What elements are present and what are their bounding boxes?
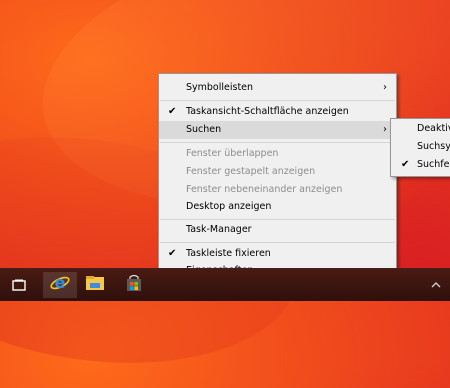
- menu-item-label: Symbolleisten: [186, 82, 254, 93]
- chevron-right-icon: ›: [383, 124, 387, 135]
- menu-item-fenster-ueberlappen[interactable]: Fenster überlappen: [159, 145, 396, 163]
- store-icon: [125, 274, 143, 296]
- notification-area[interactable]: [426, 275, 450, 295]
- menu-item-label: Fenster nebeneinander anzeigen: [186, 184, 343, 195]
- menu-separator: [160, 242, 395, 243]
- task-view-icon: [12, 276, 26, 295]
- menu-item-taskleiste-fixieren[interactable]: ✔ Taskleiste fixieren: [159, 245, 396, 263]
- checkmark-icon: ✔: [401, 159, 410, 170]
- submenu-item-suchsymbol[interactable]: Suchsym: [391, 138, 450, 156]
- taskbar[interactable]: e: [0, 268, 450, 301]
- menu-item-label: Task-Manager: [186, 224, 252, 235]
- menu-separator: [160, 142, 395, 143]
- menu-item-label: Fenster gestapelt anzeigen: [186, 166, 316, 177]
- store-button[interactable]: [117, 272, 151, 298]
- menu-item-label: Desktop anzeigen: [186, 201, 272, 212]
- menu-item-label: Taskansicht-Schaltfläche anzeigen: [186, 106, 349, 117]
- menu-item-task-manager[interactable]: Task-Manager: [159, 221, 396, 239]
- menu-item-label: Taskleiste fixieren: [186, 248, 271, 259]
- menu-item-label: Deaktivi: [417, 123, 450, 134]
- taskbar-context-menu: Symbolleisten › ✔ Taskansicht-Schaltfläc…: [158, 73, 397, 286]
- menu-separator: [160, 219, 395, 220]
- menu-item-label: Suchfeld: [417, 159, 450, 170]
- internet-explorer-icon: e: [50, 273, 70, 297]
- file-explorer-button[interactable]: [78, 272, 112, 298]
- checkmark-icon: ✔: [168, 106, 177, 117]
- menu-item-fenster-gestapelt[interactable]: Fenster gestapelt anzeigen: [159, 163, 396, 181]
- checkmark-icon: ✔: [168, 248, 177, 259]
- chevron-up-icon: [426, 280, 446, 299]
- svg-text:e: e: [55, 273, 66, 292]
- menu-item-label: Fenster überlappen: [186, 148, 279, 159]
- submenu-item-suchfeld[interactable]: ✔ Suchfeld: [391, 156, 450, 174]
- menu-item-suchen[interactable]: Suchen ›: [159, 121, 396, 139]
- chevron-right-icon: ›: [383, 82, 387, 93]
- task-view-button[interactable]: [2, 272, 36, 298]
- menu-item-desktop-anzeigen[interactable]: Desktop anzeigen: [159, 198, 396, 216]
- search-submenu: Deaktivi Suchsym ✔ Suchfeld: [390, 118, 450, 177]
- submenu-item-deaktiviert[interactable]: Deaktivi: [391, 120, 450, 138]
- menu-item-symbolleisten[interactable]: Symbolleisten ›: [159, 79, 396, 97]
- internet-explorer-button[interactable]: e: [43, 272, 77, 298]
- menu-item-label: Suchen: [186, 124, 222, 135]
- menu-item-taskansicht[interactable]: ✔ Taskansicht-Schaltfläche anzeigen: [159, 103, 396, 121]
- menu-separator: [160, 100, 395, 101]
- menu-item-label: Suchsym: [417, 141, 450, 152]
- menu-item-fenster-nebeneinander[interactable]: Fenster nebeneinander anzeigen: [159, 181, 396, 199]
- file-explorer-icon: [85, 275, 105, 295]
